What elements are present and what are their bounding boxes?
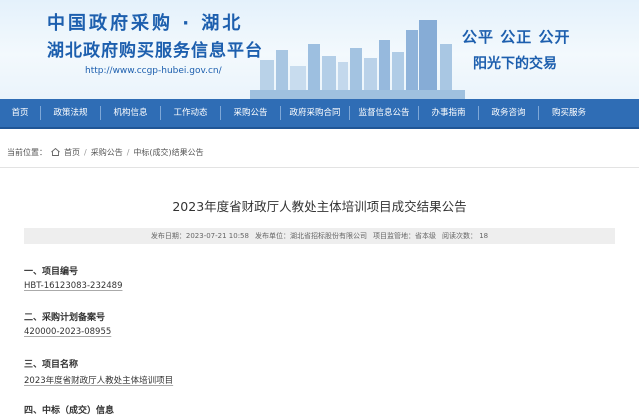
supervision-location: 项目监管地：省本级 — [372, 232, 436, 240]
site-banner: 中国政府采购 · 湖北 湖北政府购买服务信息平台 http://www.ccgp… — [0, 0, 639, 99]
site-url: http://www.ccgp-hubei.gov.cn/ — [85, 66, 222, 76]
breadcrumb-home[interactable]: 首页 — [64, 147, 80, 158]
home-icon — [51, 147, 60, 156]
site-title-line2: 湖北政府购买服务信息平台 — [47, 41, 263, 61]
nav-item-work-news[interactable]: 工作动态 — [161, 98, 220, 128]
publish-date: 发布日期：2023-07-21 10:58 — [150, 232, 249, 240]
article-meta-bar: 发布日期：2023-07-21 10:58 发布单位：湖北省招标股份有限公司 项… — [24, 228, 615, 244]
city-skyline-image — [250, 20, 465, 99]
main-nav: 首页 政策法规 机构信息 工作动态 采购公告 政府采购合同 监督信息公告 办事指… — [0, 99, 639, 129]
breadcrumb-procurement-notices[interactable]: 采购公告 — [91, 147, 123, 158]
breadcrumb-separator: / — [84, 147, 87, 157]
nav-item-home[interactable]: 首页 — [0, 98, 40, 128]
breadcrumb: 当前位置： 首页 / 采购公告 / 中标(成交)结果公告 — [0, 143, 639, 161]
view-count: 阅读次数： 18 — [441, 232, 489, 240]
breadcrumb-label: 当前位置： — [7, 147, 47, 157]
nav-item-consultation[interactable]: 政务咨询 — [479, 98, 538, 128]
site-title-line1: 中国政府采购 · 湖北 — [47, 13, 244, 34]
section-value-plan-record: 420000-2023-08955 — [24, 327, 112, 337]
nav-item-contracts[interactable]: 政府采购合同 — [281, 98, 349, 128]
section-heading-project-name: 三、项目名称 — [24, 360, 79, 370]
article-title: 2023年度省财政厅人教处主体培训项目成交结果公告 — [172, 199, 467, 214]
nav-item-purchase-services[interactable]: 购买服务 — [539, 98, 599, 128]
slogan-line2: 阳光下的交易 — [473, 56, 557, 72]
section-value-project-name: 2023年度省财政厅人教处主体培训项目 — [24, 376, 174, 386]
breadcrumb-separator: / — [126, 147, 130, 157]
nav-item-guide[interactable]: 办事指南 — [419, 98, 478, 128]
nav-item-procurement-notices[interactable]: 采购公告 — [221, 98, 280, 128]
publisher: 发布单位：湖北省招标股份有限公司 — [254, 232, 367, 240]
section-heading-plan-record: 二、采购计划备案号 — [24, 313, 106, 323]
section-heading-award-info: 四、中标（成交）信息 — [24, 406, 115, 416]
nav-item-policy[interactable]: 政策法规 — [41, 98, 100, 128]
section-value-project-number: HBT-16123083-232489 — [24, 281, 123, 291]
nav-item-supervision[interactable]: 监督信息公告 — [350, 98, 418, 128]
nav-item-agencies[interactable]: 机构信息 — [101, 98, 160, 128]
breadcrumb-award-results[interactable]: 中标(成交)结果公告 — [133, 147, 203, 158]
slogan-line1: 公平 公正 公开 — [462, 28, 571, 46]
section-heading-project-number: 一、项目编号 — [24, 267, 79, 277]
divider — [0, 167, 639, 168]
